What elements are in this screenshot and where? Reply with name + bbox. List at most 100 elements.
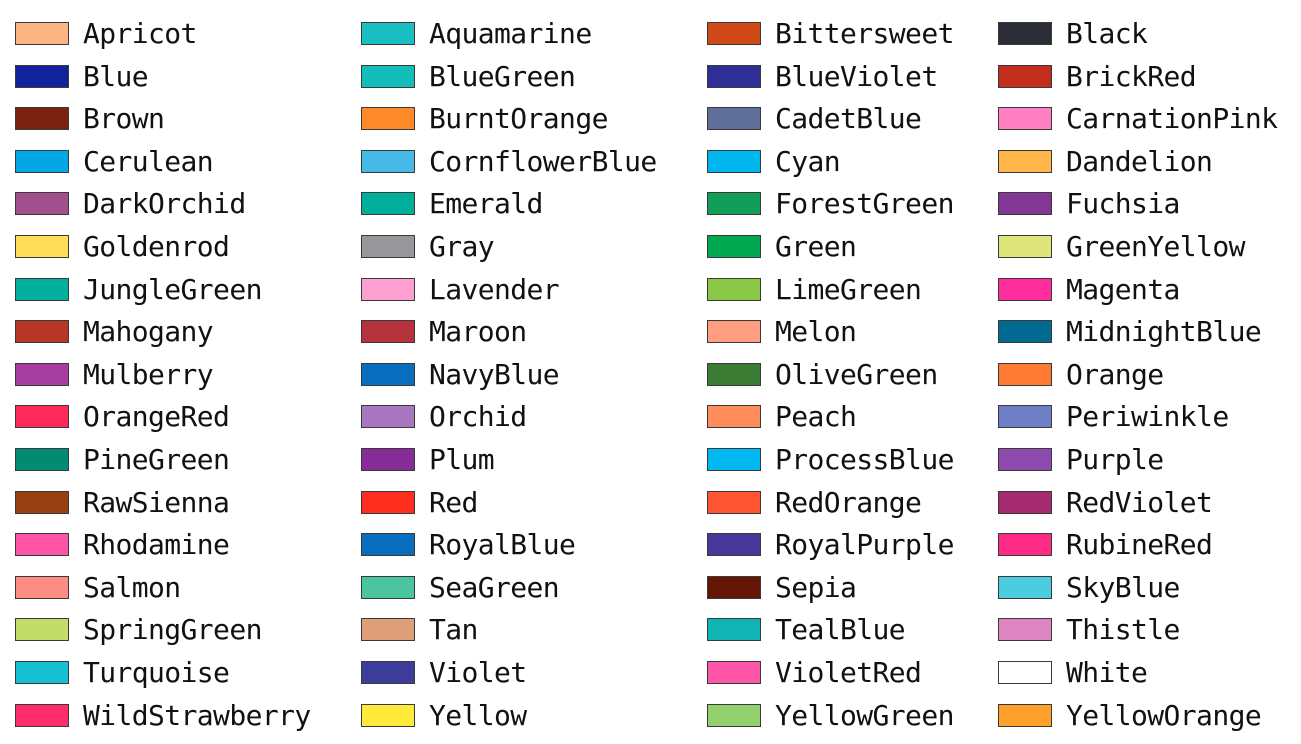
color-name-label: RedOrange — [775, 485, 922, 519]
color-swatch — [361, 703, 415, 727]
color-swatch — [15, 320, 69, 344]
color-swatch — [15, 107, 69, 131]
color-name-label: Thistle — [1066, 613, 1180, 647]
color-name-label: Plum — [429, 442, 495, 476]
color-swatch — [707, 490, 761, 514]
color-swatch — [15, 660, 69, 684]
color-name-label: BlueGreen — [429, 59, 576, 93]
color-swatch — [361, 490, 415, 514]
color-name-label: Violet — [429, 655, 527, 689]
color-name-label: Cerulean — [83, 144, 214, 178]
color-name-label: SkyBlue — [1066, 570, 1180, 604]
color-swatch — [15, 575, 69, 599]
color-swatch — [15, 618, 69, 642]
color-swatch — [15, 22, 69, 45]
color-name-label: BrickRed — [1066, 59, 1197, 93]
color-name-label: Apricot — [83, 17, 197, 50]
color-name-label: Blue — [83, 59, 149, 93]
color-swatch — [707, 64, 761, 88]
color-name-label: RubineRed — [1066, 528, 1213, 562]
color-name-label: Black — [1066, 17, 1148, 50]
color-swatch — [998, 192, 1052, 216]
color-swatch — [707, 192, 761, 216]
color-swatch — [361, 234, 415, 258]
color-name-label: BlueViolet — [775, 59, 938, 93]
color-name-label: MidnightBlue — [1066, 315, 1262, 349]
color-swatch — [998, 320, 1052, 344]
color-swatch — [15, 405, 69, 429]
color-swatch — [707, 22, 761, 45]
color-name-label: Red — [429, 485, 478, 519]
color-name-label: ForestGreen — [775, 187, 954, 221]
color-swatch — [998, 490, 1052, 514]
color-name-label: Peach — [775, 400, 857, 434]
color-name-label: Melon — [775, 315, 857, 349]
color-name-label: CornflowerBlue — [429, 144, 657, 178]
color-swatch — [707, 234, 761, 258]
color-swatch — [361, 277, 415, 301]
color-swatch — [707, 149, 761, 173]
color-name-label: Aquamarine — [429, 17, 592, 50]
color-name-label: Magenta — [1066, 272, 1180, 306]
color-swatch — [707, 320, 761, 344]
color-name-label: RawSienna — [83, 485, 230, 519]
color-name-label: Periwinkle — [1066, 400, 1229, 434]
color-swatch — [707, 447, 761, 471]
color-swatch — [998, 447, 1052, 471]
color-name-label: LimeGreen — [775, 272, 922, 306]
color-swatch — [361, 533, 415, 557]
color-name-label: ProcessBlue — [775, 442, 954, 476]
color-swatch — [15, 192, 69, 216]
color-swatch — [361, 447, 415, 471]
color-name-label: SpringGreen — [83, 613, 262, 647]
color-name-label: TealBlue — [775, 613, 906, 647]
color-name-label: Brown — [83, 102, 165, 136]
color-swatch — [361, 362, 415, 386]
color-name-label: Cyan — [775, 144, 841, 178]
color-name-label: Orchid — [429, 400, 527, 434]
color-swatch — [707, 107, 761, 131]
color-name-label: WildStrawberry — [83, 698, 311, 732]
color-name-label: Bittersweet — [775, 17, 954, 50]
color-swatch — [15, 447, 69, 471]
color-swatch — [15, 490, 69, 514]
color-name-label: OrangeRed — [83, 400, 230, 434]
color-swatch — [998, 703, 1052, 727]
color-swatch — [707, 405, 761, 429]
color-name-label: SeaGreen — [429, 570, 560, 604]
color-name-label: Fuchsia — [1066, 187, 1180, 221]
color-name-label: Gray — [429, 229, 495, 263]
color-name-label: YellowOrange — [1066, 698, 1262, 732]
color-swatch — [361, 618, 415, 642]
color-swatch — [361, 660, 415, 684]
color-name-label: Turquoise — [83, 655, 230, 689]
color-name-label: Tan — [429, 613, 478, 647]
color-swatch — [15, 703, 69, 727]
color-name-label: Purple — [1066, 442, 1164, 476]
color-name-label: Green — [775, 229, 857, 263]
color-name-label: CadetBlue — [775, 102, 922, 136]
color-name-label: DarkOrchid — [83, 187, 246, 221]
color-swatch — [361, 405, 415, 429]
color-swatch — [998, 660, 1052, 684]
color-swatch — [15, 234, 69, 258]
color-name-label: Emerald — [429, 187, 543, 221]
color-name-label: PineGreen — [83, 442, 230, 476]
color-swatch — [998, 618, 1052, 642]
color-swatch — [998, 405, 1052, 429]
color-name-label: CarnationPink — [1066, 102, 1278, 136]
color-swatch — [361, 192, 415, 216]
color-swatch — [998, 22, 1052, 45]
color-name-label: Orange — [1066, 357, 1164, 391]
color-swatch — [998, 234, 1052, 258]
color-name-label: Sepia — [775, 570, 857, 604]
color-swatch — [15, 277, 69, 301]
color-swatch — [15, 533, 69, 557]
color-name-label: Lavender — [429, 272, 560, 306]
color-swatch — [707, 575, 761, 599]
color-swatch-grid: Apricot Blue Brown Cerulean DarkOrchid Golden… — [0, 0, 1301, 743]
color-name-label: Goldenrod — [83, 229, 230, 263]
color-swatch — [707, 277, 761, 301]
color-swatch — [998, 149, 1052, 173]
color-swatch — [707, 660, 761, 684]
